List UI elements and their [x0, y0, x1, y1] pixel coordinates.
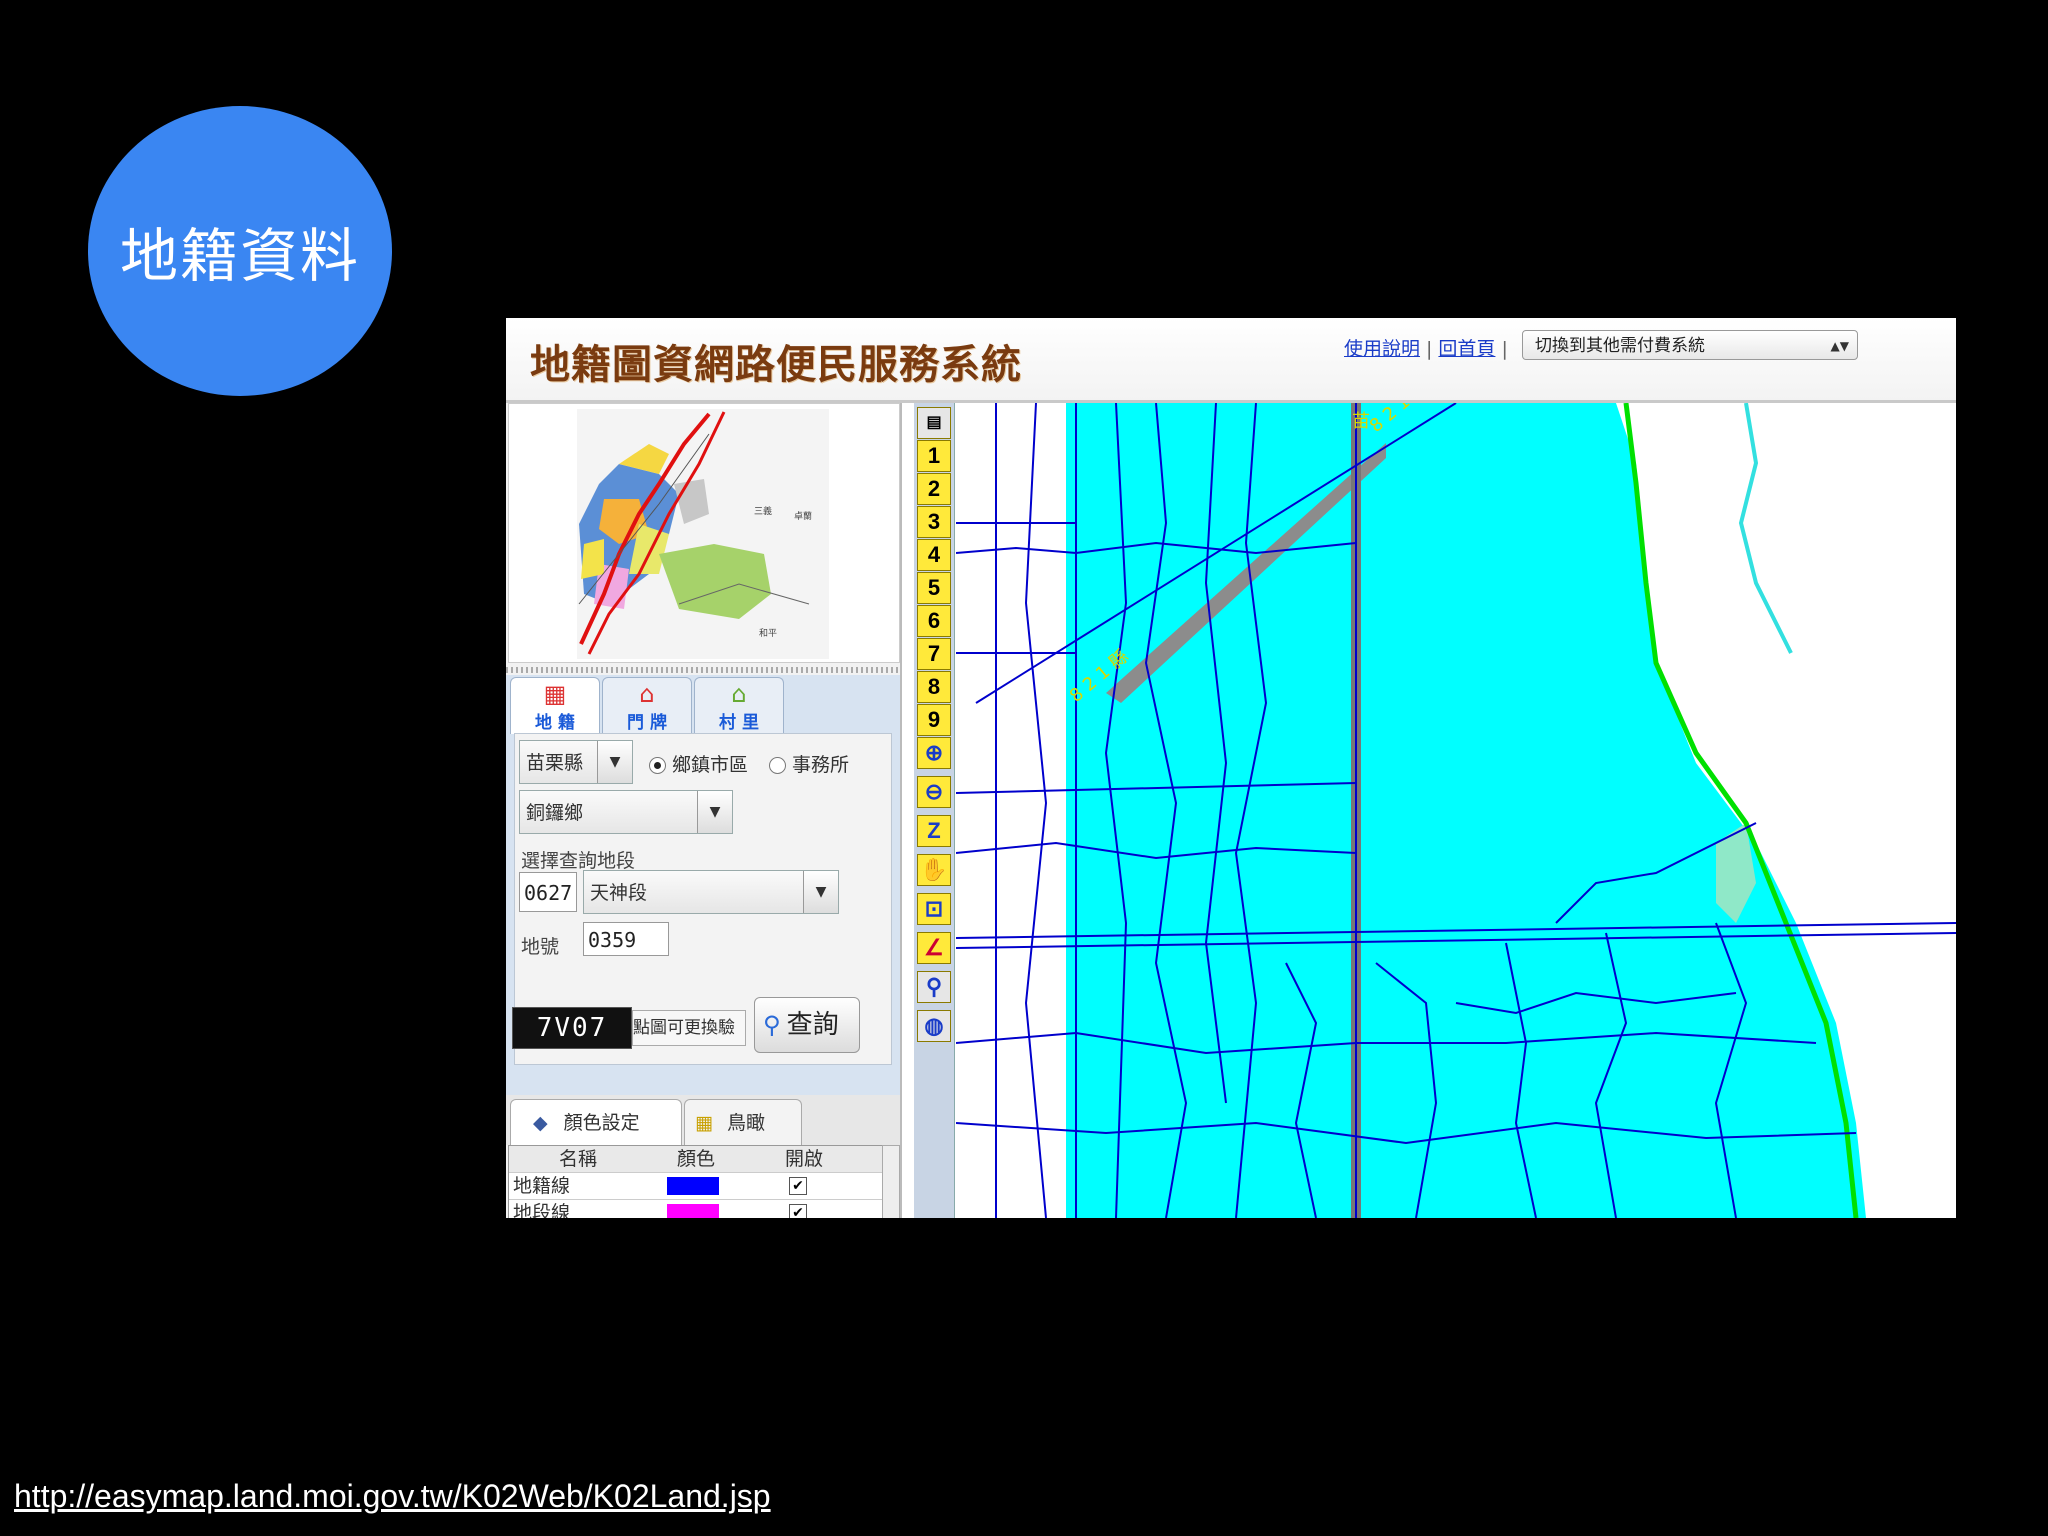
radio-office[interactable]: 事務所: [769, 750, 849, 777]
captcha-refresh-button[interactable]: 點圖可更換驗: [632, 1010, 746, 1046]
left-panel: 三義 卓蘭 和平 ▦ 地 籍 ⌂ 門 牌 ⌂ 村 里 苗栗縣 ▼ 鄉鎮市區 事務…: [506, 403, 902, 1218]
app-screenshot: 地籍圖資網路便民服務系統 使用說明|回首頁| 切換到其他需付費系統 ▲▼: [506, 318, 1956, 1218]
tab-color-settings-label: 顏色設定: [563, 1112, 640, 1134]
toolbar-button-8[interactable]: 8: [917, 671, 951, 703]
house-icon: ⌂: [639, 680, 655, 708]
overview-minimap[interactable]: 三義 卓蘭 和平: [508, 403, 900, 663]
layer-table-header: 名稱 顏色 開啟: [509, 1146, 883, 1173]
tab-color-settings[interactable]: ◆ 顏色設定: [510, 1099, 682, 1146]
header-name: 名稱: [559, 1148, 598, 1170]
radio-township[interactable]: 鄉鎮市區: [649, 750, 748, 777]
layer-checkbox[interactable]: ✔: [789, 1204, 807, 1218]
layer-name: 地段線: [513, 1202, 571, 1218]
help-link[interactable]: 使用說明: [1344, 338, 1420, 360]
tab-doorplate-label: 門 牌: [627, 713, 667, 733]
system-select-value: 切換到其他需付費系統: [1535, 336, 1705, 356]
toolbar-button-7[interactable]: 7: [917, 638, 951, 670]
table-scrollbar[interactable]: [882, 1145, 900, 1218]
radio-off-icon: [769, 757, 786, 774]
panel-divider: [506, 667, 900, 673]
lower-tabs: ◆ 顏色設定 ▦ 鳥瞰: [506, 1095, 900, 1146]
table-row: 地段線 ✔: [509, 1200, 883, 1218]
map-toolbar: ▤ 1 2 3 4 5 6 7 8 9 ⊕ ⊖ Z ✋ ⊡ ∠ ⚲ ◍: [914, 403, 955, 1218]
tab-land[interactable]: ▦ 地 籍: [510, 677, 600, 734]
toolbar-button-9[interactable]: 9: [917, 704, 951, 736]
layer-table: 名稱 顏色 開啟 地籍線 ✔ 地段線 ✔ 道路: [508, 1145, 884, 1218]
source-url[interactable]: http://easymap.land.moi.gov.tw/K02Web/K0…: [14, 1478, 771, 1515]
tab-village-label: 村 里: [719, 713, 759, 733]
lot-number-input[interactable]: 0359: [583, 922, 669, 956]
app-title: 地籍圖資網路便民服務系統: [530, 341, 1022, 388]
globe-icon[interactable]: ◍: [917, 1010, 951, 1042]
toolbar-button-4[interactable]: 4: [917, 539, 951, 571]
home-link[interactable]: 回首頁: [1438, 338, 1495, 360]
tab-doorplate[interactable]: ⌂ 門 牌: [602, 677, 692, 734]
township-select[interactable]: 銅鑼鄉 ▼: [519, 790, 733, 834]
tab-overview[interactable]: ▦ 鳥瞰: [684, 1099, 802, 1146]
badge-title: 地籍資料: [119, 222, 360, 290]
county-value: 苗栗縣: [526, 752, 584, 774]
lot-label: 地號: [521, 936, 560, 958]
dropdown-arrow-icon: ▼: [597, 741, 632, 783]
tab-overview-label: 鳥瞰: [727, 1112, 766, 1134]
svg-text:卓蘭: 卓蘭: [794, 510, 812, 522]
toolbar-button-3[interactable]: 3: [917, 506, 951, 538]
dropdown-arrow-icon: ▼: [803, 871, 838, 913]
township-value: 銅鑼鄉: [526, 802, 584, 824]
layer-name: 地籍線: [513, 1175, 571, 1197]
full-extent-icon[interactable]: ⊡: [917, 893, 951, 925]
top-links: 使用說明 | 回首頁 |: [1344, 334, 1514, 361]
captcha-image[interactable]: 7V07: [512, 1007, 632, 1049]
zoom-in-icon[interactable]: ⊕: [917, 737, 951, 769]
section-select[interactable]: 天神段 ▼: [583, 870, 839, 914]
query-button-label: 查詢: [786, 1010, 839, 1040]
svg-text:和平: 和平: [759, 628, 777, 639]
toolbar-button-6[interactable]: 6: [917, 605, 951, 637]
zoom-window-icon[interactable]: Z: [917, 815, 951, 847]
system-select[interactable]: 切換到其他需付費系統 ▲▼: [1522, 330, 1858, 360]
svg-text:三義: 三義: [754, 505, 772, 517]
overview-icon: ▦: [695, 1112, 713, 1134]
layer-checkbox[interactable]: ✔: [789, 1177, 807, 1195]
radio-office-label: 事務所: [792, 754, 850, 776]
app-header: 地籍圖資網路便民服務系統 使用說明 | 回首頁 | 切換到其他需付費系統 ▲▼: [506, 318, 1956, 403]
county-select[interactable]: 苗栗縣 ▼: [519, 740, 633, 784]
print-icon[interactable]: ▤: [917, 407, 951, 439]
color-swatch[interactable]: [667, 1177, 719, 1195]
search-panel: ▦ 地 籍 ⌂ 門 牌 ⌂ 村 里 苗栗縣 ▼ 鄉鎮市區 事務所 銅鑼鄉 ▼ 選…: [506, 675, 900, 1095]
tab-land-label: 地 籍: [535, 713, 575, 733]
dropdown-arrow-icon: ▼: [697, 791, 732, 833]
header-color: 顏色: [677, 1148, 716, 1170]
identify-icon[interactable]: ⚲: [917, 971, 951, 1003]
toolbar-button-5[interactable]: 5: [917, 572, 951, 604]
section-label: 選擇查詢地段: [521, 850, 636, 872]
layers-icon: ◆: [533, 1112, 548, 1134]
radio-on-icon: [649, 757, 666, 774]
link-separator: |: [1426, 338, 1433, 360]
link-separator: |: [1501, 338, 1508, 360]
pan-hand-icon[interactable]: ✋: [917, 854, 951, 886]
village-icon: ⌂: [731, 680, 747, 708]
header-enabled: 開啟: [785, 1148, 824, 1170]
section-value: 天神段: [590, 882, 648, 904]
query-button[interactable]: ⚲ 查詢: [754, 997, 860, 1053]
measure-icon[interactable]: ∠: [917, 932, 951, 964]
slide-badge: 地籍資料: [88, 106, 392, 396]
magnifier-icon: ⚲: [763, 1011, 781, 1039]
cadastral-map[interactable]: 苗 8 2 1 8 2 1 縣: [955, 391, 1956, 1218]
toolbar-button-2[interactable]: 2: [917, 473, 951, 505]
land-icon: ▦: [543, 680, 567, 708]
tab-village[interactable]: ⌂ 村 里: [694, 677, 784, 734]
select-arrows-icon: ▲▼: [1830, 339, 1849, 353]
table-row: 地籍線 ✔: [509, 1173, 883, 1200]
toolbar-button-1[interactable]: 1: [917, 440, 951, 472]
color-swatch[interactable]: [667, 1204, 719, 1218]
zoom-out-icon[interactable]: ⊖: [917, 776, 951, 808]
radio-township-label: 鄉鎮市區: [672, 754, 749, 776]
section-code-input[interactable]: 0627: [519, 872, 577, 912]
